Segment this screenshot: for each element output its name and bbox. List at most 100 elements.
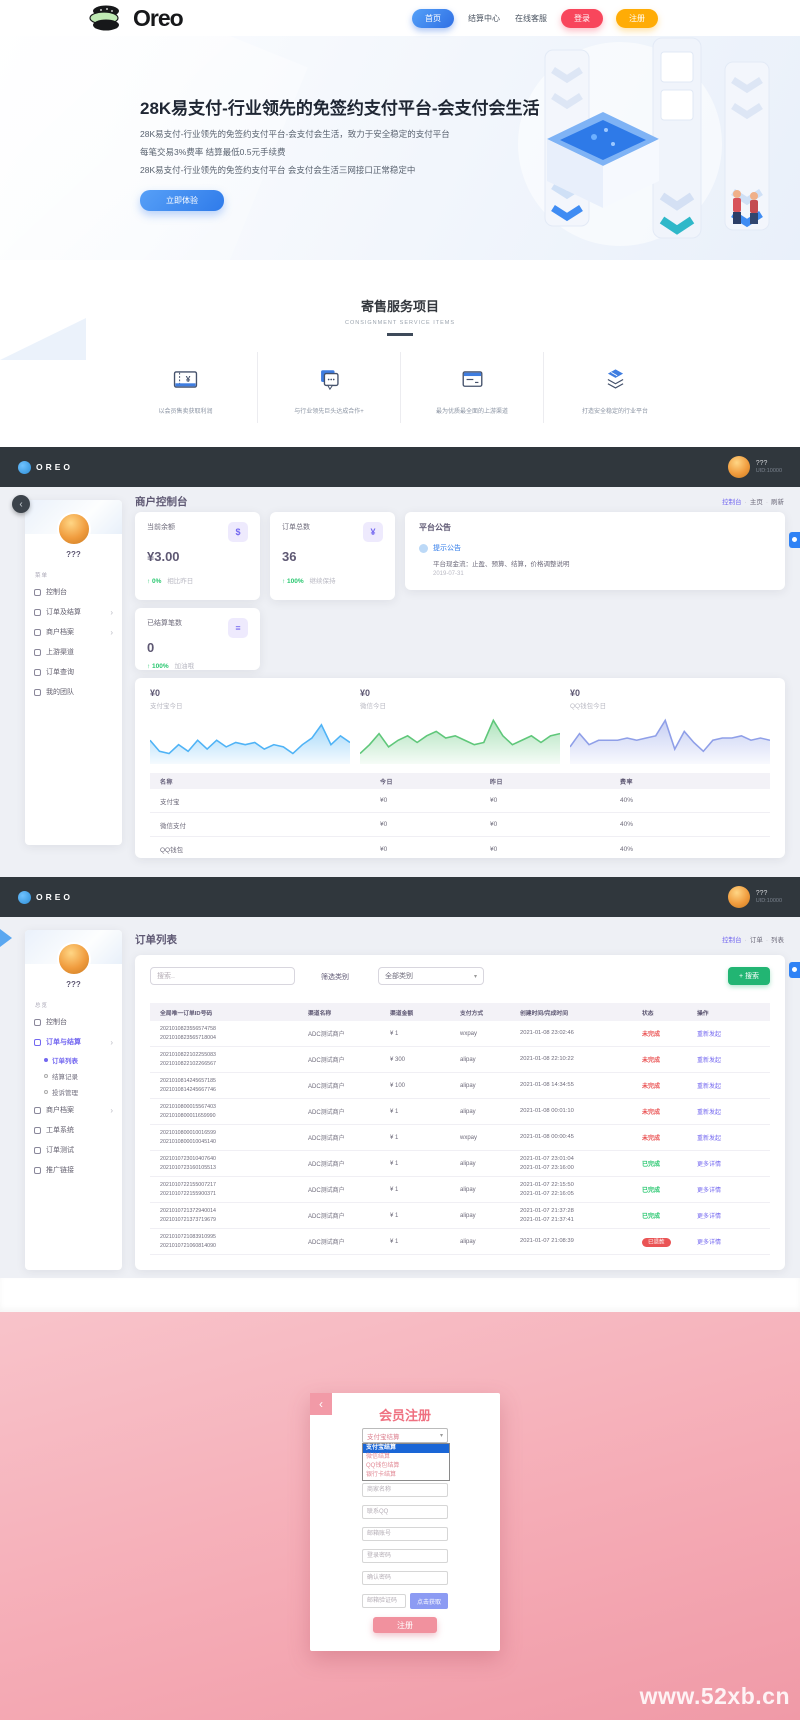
- avatar[interactable]: [56, 942, 91, 976]
- qq-sparkline: [569, 714, 771, 764]
- sidebar-item-orders-settlement[interactable]: 订单与结算 ›: [25, 1032, 122, 1052]
- settled-count-card: 已结算笔数 ≡ 0 ↑ 100% 加油哦: [135, 608, 260, 670]
- method-cell: alipay: [460, 1186, 476, 1193]
- status-badge: 未完成: [642, 1084, 661, 1090]
- breadcrumb-item[interactable]: 控制台: [722, 499, 742, 506]
- row-action-link[interactable]: 重新发起: [697, 1058, 721, 1064]
- get-captcha-button[interactable]: 点击获取: [410, 1593, 448, 1609]
- dollar-icon: $: [228, 522, 248, 542]
- nav-register[interactable]: 注册: [616, 8, 658, 28]
- service-floating-button[interactable]: [789, 532, 800, 548]
- status-cell: 已完成: [642, 1211, 697, 1220]
- navbar-brand[interactable]: OREO: [18, 460, 73, 474]
- email-field[interactable]: [362, 1527, 448, 1541]
- table-row: 2021010814245657185 2021010814245667746 AD…: [150, 1073, 770, 1099]
- cta-button[interactable]: 立即体验: [140, 190, 224, 211]
- select-option[interactable]: 微信结算: [363, 1453, 449, 1462]
- sidebar-subitem-settlement-records[interactable]: 结算记录: [25, 1068, 122, 1084]
- chat-icon: [316, 370, 343, 397]
- settlement-type-select[interactable]: 支付宝结算 ▾: [362, 1428, 448, 1443]
- sidebar-collapse-button[interactable]: ‹: [12, 495, 30, 513]
- row-action-link[interactable]: 更多详情: [697, 1188, 721, 1194]
- nav-home[interactable]: 首页: [412, 8, 454, 28]
- sidebar-item-my-team[interactable]: 我的团队: [25, 682, 122, 702]
- chevron-down-icon: ▾: [439, 1433, 443, 1439]
- category-select[interactable]: 全部类别 ▾: [378, 967, 484, 985]
- user-menu[interactable]: ??? UID:10000: [727, 456, 782, 478]
- sidebar-item-dashboard[interactable]: 控制台: [25, 582, 122, 602]
- status-badge: 未完成: [642, 1032, 661, 1038]
- breadcrumb-item[interactable]: 刷新: [771, 499, 784, 506]
- menu-item-icon: [34, 1166, 41, 1174]
- card-label: 订单总数: [282, 524, 310, 531]
- breadcrumb: 控制台 · 主页 · 刷新: [722, 499, 784, 506]
- row-action-link[interactable]: 更多详情: [697, 1214, 721, 1220]
- chart-label: 支付宝今日: [150, 703, 183, 710]
- sidebar-item-work-orders[interactable]: 工单系统: [25, 1120, 122, 1140]
- navbar-brand[interactable]: OREO: [18, 890, 73, 904]
- row-action-link[interactable]: 重新发起: [697, 1084, 721, 1090]
- register-section: ‹ 会员注册 支付宝结算 ▾ 支付宝结算微信结算QQ钱包结算银行卡结算 点击获取…: [0, 1312, 800, 1720]
- method-cell: wxpay: [460, 1134, 478, 1141]
- register-submit-button[interactable]: 注册: [373, 1617, 437, 1633]
- sidebar-item-upstream-channels[interactable]: 上游渠道: [25, 642, 122, 662]
- row-action-link[interactable]: 重新发起: [697, 1032, 721, 1038]
- select-option[interactable]: QQ钱包结算: [363, 1462, 449, 1471]
- alipay-chart-column: ¥0 支付宝今日: [149, 688, 351, 764]
- breadcrumb-item[interactable]: 列表: [771, 937, 784, 944]
- services-section: 寄售服务项目 CONSIGNMENT SERVICE ITEMS ¥ 以会员售卖获…: [0, 260, 800, 447]
- nav-login[interactable]: 登录: [561, 8, 603, 28]
- bullet-icon: [44, 1058, 48, 1062]
- hero-title: 28K易支付-行业领先的免签约支付平台-会支付会生活: [140, 99, 540, 118]
- action-cell: 更多详情: [697, 1237, 760, 1246]
- service-floating-button[interactable]: [789, 962, 800, 978]
- contact-qq-field[interactable]: [362, 1505, 448, 1519]
- channel-cell: ADC测试商户: [308, 1214, 345, 1220]
- sidebar-collapse-button[interactable]: [0, 929, 12, 947]
- register-fields: [362, 1483, 448, 1593]
- notice-link[interactable]: 提示公告: [433, 543, 461, 553]
- sidebar-item-orders-settlement[interactable]: 订单及结算 ›: [25, 602, 122, 622]
- sidebar-item-order-query[interactable]: 订单查询: [25, 662, 122, 682]
- breadcrumb: 控制台 · 订单 · 列表: [722, 937, 784, 944]
- services-subtitle: CONSIGNMENT SERVICE ITEMS: [344, 320, 456, 326]
- select-option[interactable]: 支付宝结算: [363, 1444, 449, 1453]
- row-action-link[interactable]: 更多详情: [697, 1240, 721, 1246]
- confirm-password-field[interactable]: [362, 1571, 448, 1585]
- status-cell: 未完成: [642, 1081, 697, 1090]
- avatar[interactable]: [56, 512, 91, 546]
- card-icon: [459, 371, 486, 397]
- sidebar-item-merchant-profile[interactable]: 商户档案 ›: [25, 622, 122, 642]
- breadcrumb-item[interactable]: 订单: [750, 937, 763, 944]
- sidebar-item-dashboard[interactable]: 控制台: [25, 1012, 122, 1032]
- search-input[interactable]: [150, 967, 295, 985]
- row-action-link[interactable]: 重新发起: [697, 1110, 721, 1116]
- nav-settlement-center[interactable]: 结算中心: [467, 9, 501, 28]
- sidebar-item-promotion[interactable]: 推广链接: [25, 1160, 122, 1180]
- sidebar-item-order-test[interactable]: 订单测试: [25, 1140, 122, 1160]
- sidebar-menu: 菜单 控制台 订单及结算 › 商户档案 › 上游渠道 订单查询 我的团队: [25, 571, 122, 702]
- sidebar-item-merchant-profile[interactable]: 商户档案 ›: [25, 1100, 122, 1120]
- action-cell: 更多详情: [697, 1185, 760, 1194]
- decorative-wedge: [0, 318, 86, 360]
- merchant-name-field[interactable]: [362, 1483, 448, 1497]
- orders-count-card: 订单总数 ¥ 36 ↑ 100% 继续保持: [270, 512, 395, 600]
- action-cell: 更多详情: [697, 1211, 760, 1220]
- email-captcha-field[interactable]: [362, 1594, 406, 1608]
- row-action-link[interactable]: 重新发起: [697, 1136, 721, 1142]
- breadcrumb-item[interactable]: 主页: [750, 499, 763, 506]
- nav-online-service[interactable]: 在线客服: [514, 9, 548, 28]
- amount-cell: ¥ 1: [390, 1108, 399, 1115]
- user-menu[interactable]: ??? UID:10000: [727, 886, 782, 908]
- row-action-link[interactable]: 更多详情: [697, 1162, 721, 1168]
- sidebar-subitem-complaints[interactable]: 投诉管理: [25, 1084, 122, 1100]
- password-field[interactable]: [362, 1549, 448, 1563]
- sidebar-subitem-order-list[interactable]: 订单列表: [25, 1052, 122, 1068]
- breadcrumb-item[interactable]: 控制台: [722, 937, 742, 944]
- chart-label: 微信今日: [360, 703, 386, 710]
- table-row: 2021010723010407640 2021010723160105513 AD…: [150, 1151, 770, 1177]
- search-button[interactable]: + 搜索: [727, 967, 770, 985]
- select-option[interactable]: 银行卡结算: [363, 1471, 449, 1480]
- table-cell: QQ钱包: [160, 847, 184, 854]
- watermark: www.52xb.cn: [639, 1683, 790, 1709]
